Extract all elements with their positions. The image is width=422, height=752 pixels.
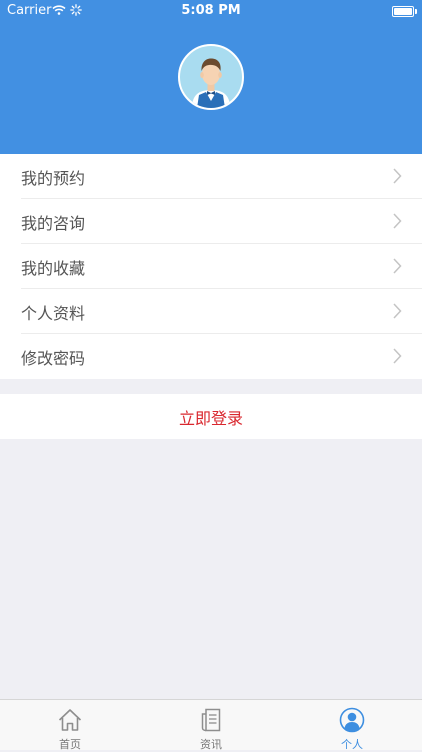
avatar[interactable] bbox=[178, 44, 244, 110]
menu-item-label: 个人资料 bbox=[21, 303, 86, 323]
news-icon bbox=[201, 708, 221, 732]
tab-home[interactable]: 首页 bbox=[0, 700, 140, 751]
menu-item-favorites[interactable]: 我的收藏 bbox=[0, 244, 422, 289]
chevron-right-icon bbox=[393, 213, 402, 229]
home-icon bbox=[58, 709, 82, 731]
user-avatar-icon bbox=[192, 58, 230, 108]
tab-news[interactable]: 资讯 bbox=[141, 700, 281, 751]
profile-menu: 我的预约 我的咨询 我的收藏 个人资料 修改密码 bbox=[0, 154, 422, 379]
profile-header: Carrier 5:08 PM bbox=[0, 0, 422, 154]
chevron-right-icon bbox=[393, 303, 402, 319]
chevron-right-icon bbox=[393, 168, 402, 184]
menu-item-label: 我的预约 bbox=[21, 168, 86, 188]
menu-item-appointments[interactable]: 我的预约 bbox=[0, 154, 422, 199]
menu-item-label: 我的咨询 bbox=[21, 213, 86, 233]
menu-item-label: 我的收藏 bbox=[21, 258, 86, 278]
battery-icon bbox=[392, 6, 417, 17]
menu-item-change-password[interactable]: 修改密码 bbox=[0, 334, 422, 379]
status-bar: Carrier 5:08 PM bbox=[0, 0, 422, 22]
tab-bar: 首页 资讯 个人 bbox=[0, 699, 422, 751]
tab-personal[interactable]: 个人 bbox=[282, 700, 422, 751]
status-time: 5:08 PM bbox=[181, 3, 241, 18]
login-button[interactable]: 立即登录 bbox=[0, 394, 422, 439]
menu-item-consultations[interactable]: 我的咨询 bbox=[0, 199, 422, 244]
person-icon bbox=[339, 707, 365, 733]
menu-item-label: 修改密码 bbox=[21, 348, 86, 368]
menu-item-profile[interactable]: 个人资料 bbox=[0, 289, 422, 334]
chevron-right-icon bbox=[393, 258, 402, 274]
chevron-right-icon bbox=[393, 348, 402, 364]
